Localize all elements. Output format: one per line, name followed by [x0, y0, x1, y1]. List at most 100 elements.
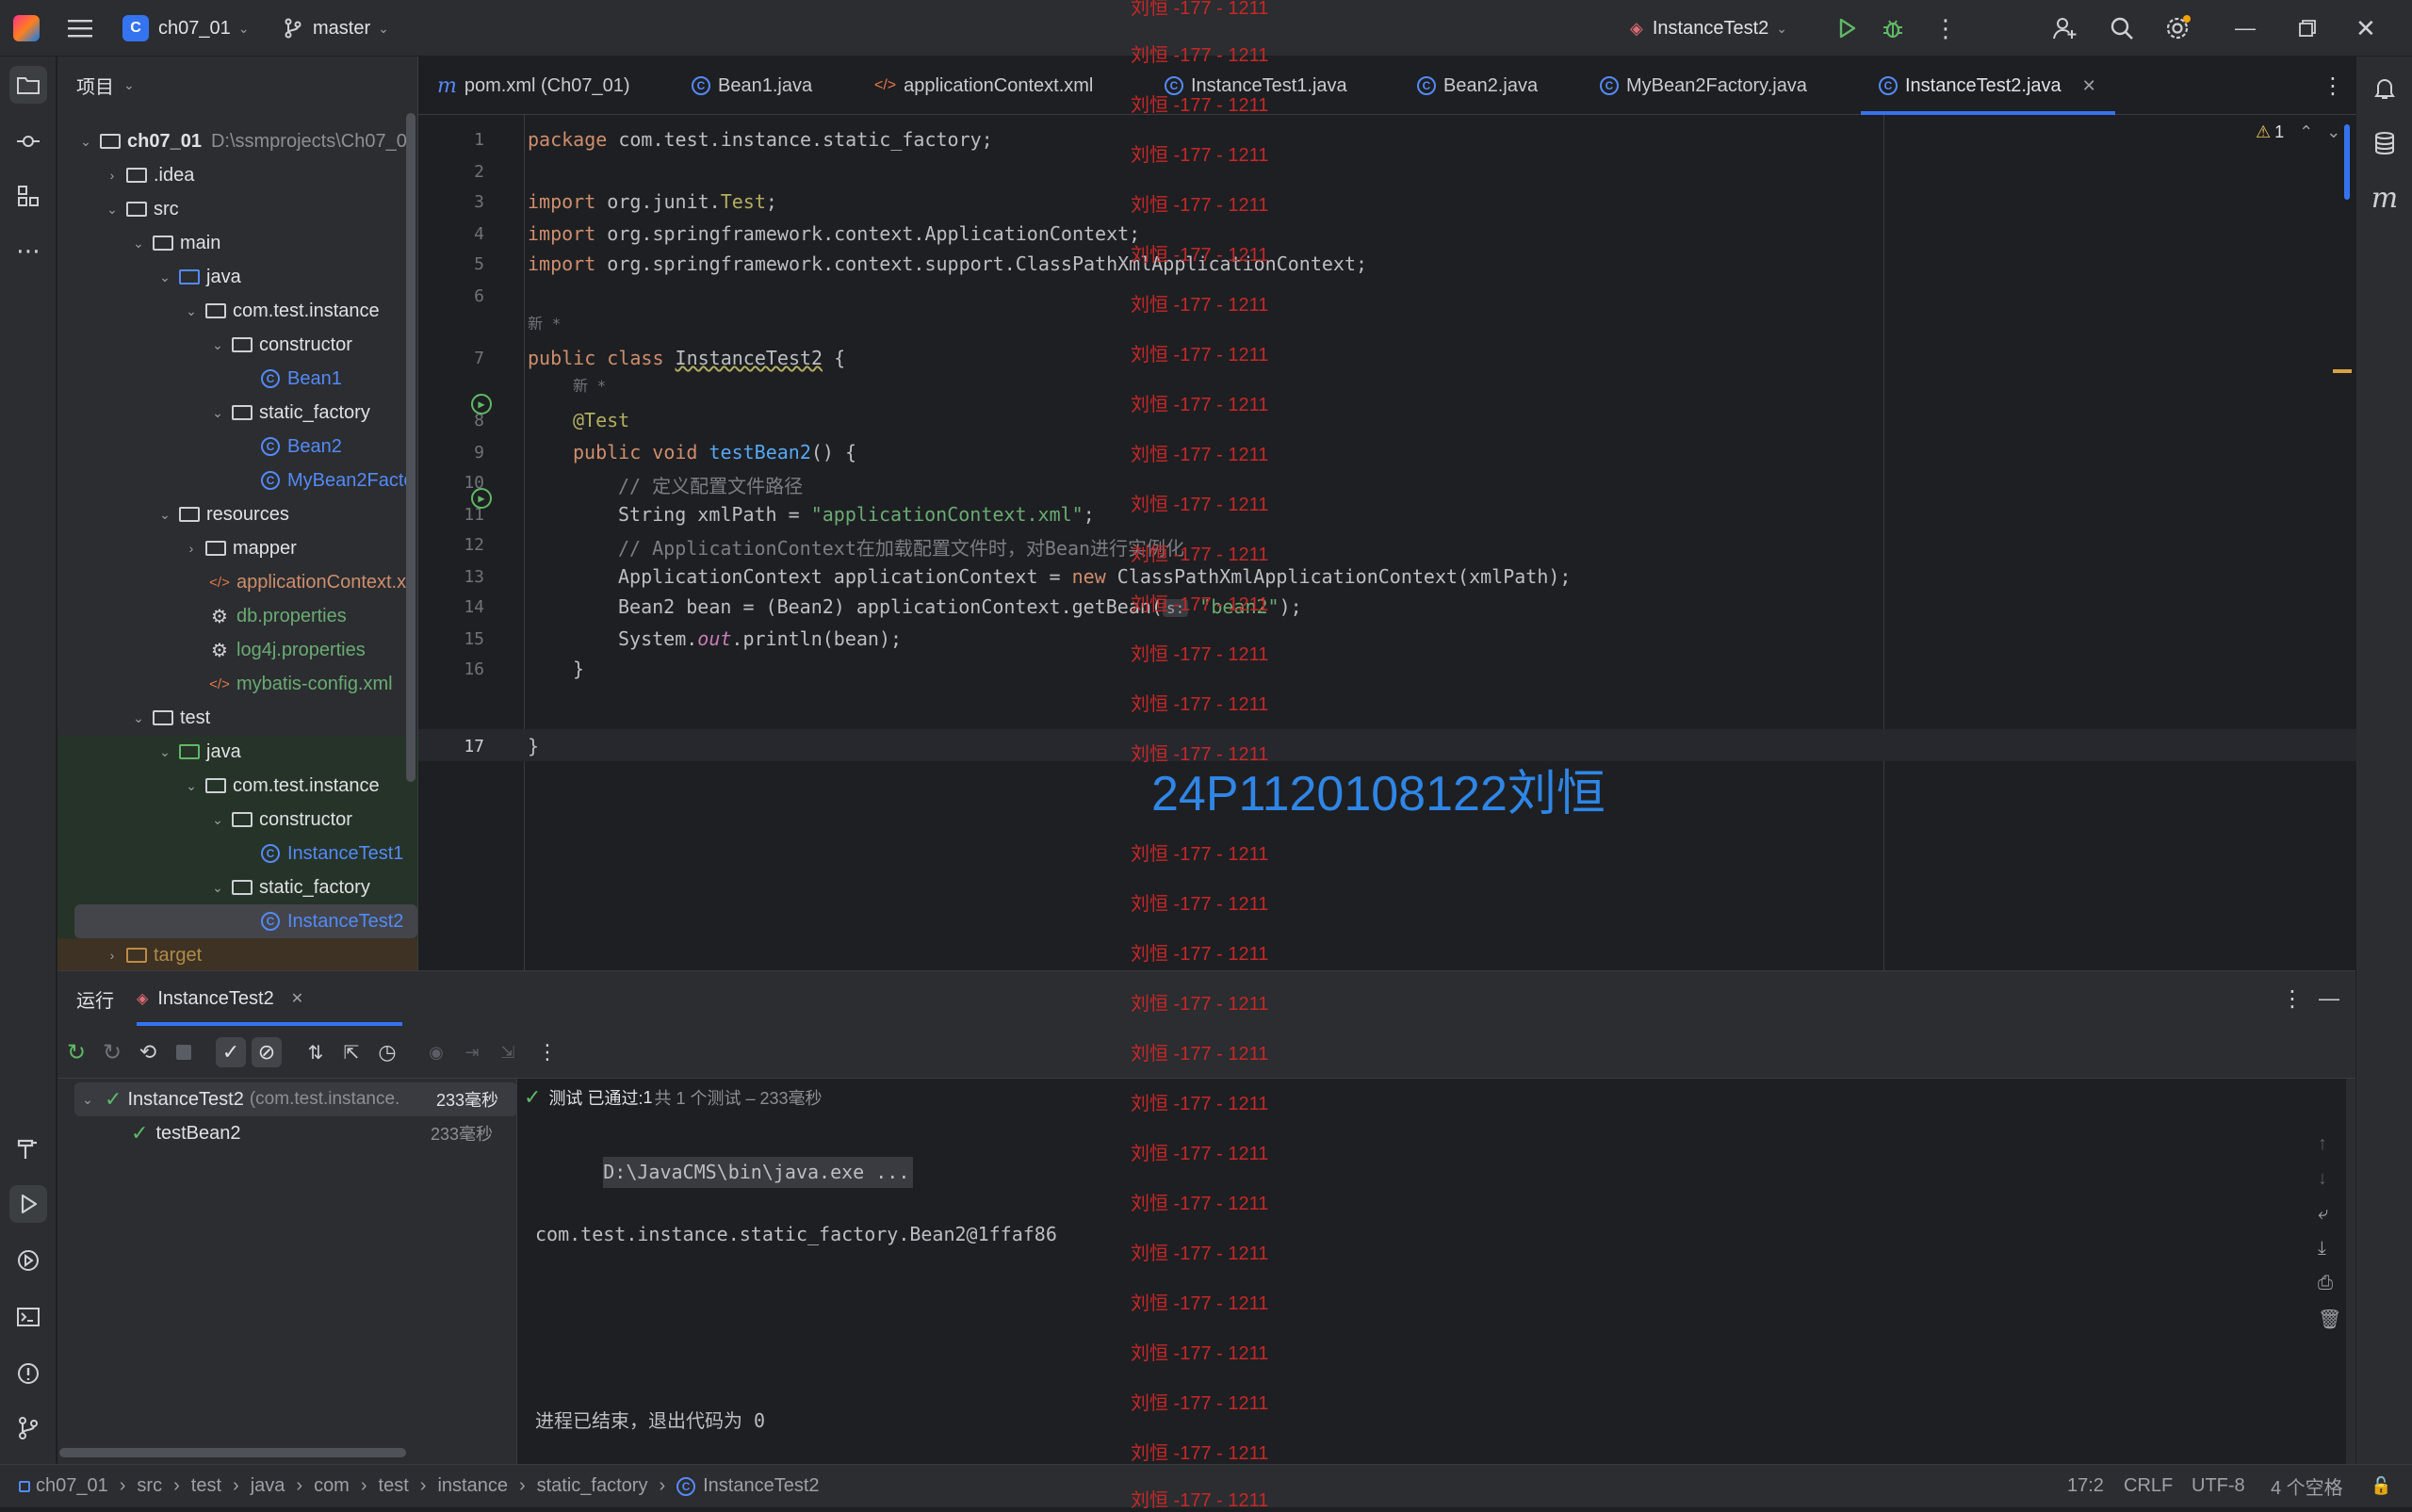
test-root-row[interactable]: ⌄ ✓ InstanceTest2 (com.test.instance. 23…	[57, 1082, 517, 1116]
codevision-hint[interactable]: 新 *	[528, 311, 561, 333]
tree-item-src[interactable]: ⌄ src	[57, 192, 417, 226]
tree-item-main[interactable]: ⌄ main	[57, 226, 417, 260]
main-menu-icon[interactable]	[68, 0, 92, 57]
tab-bean2[interactable]: C Bean2.java	[1417, 57, 1538, 115]
caret-position[interactable]: 17:2	[2067, 1475, 2104, 1497]
tree-item-test-package[interactable]: ⌄ com.test.instance	[57, 769, 417, 803]
project-switcher[interactable]: C ch07_01 ⌄	[122, 0, 249, 57]
codevision-hint[interactable]: 新 *	[573, 373, 606, 396]
tree-item-static-factory[interactable]: ⌄ static_factory	[57, 396, 417, 430]
tree-horizontal-scrollbar[interactable]	[59, 1448, 406, 1457]
tree-root[interactable]: ⌄ ch07_01 D:\ssmprojects\Ch07_0	[57, 124, 417, 158]
import-tests-icon[interactable]: ⇥	[457, 1037, 487, 1067]
code-editor[interactable]: package com.test.instance.static_factory…	[418, 115, 2356, 970]
tree-item-mapper[interactable]: › mapper	[57, 531, 417, 565]
rerun-icon[interactable]: ↻	[61, 1037, 91, 1067]
services-icon[interactable]	[9, 1242, 47, 1279]
tab-instancetest1[interactable]: C InstanceTest1.java	[1165, 57, 1347, 115]
tree-item-test-static-factory[interactable]: ⌄ static_factory	[57, 870, 417, 904]
more-icon[interactable]: ⋮	[532, 1037, 562, 1067]
breadcrumb-item[interactable]: instance	[437, 1475, 508, 1497]
tree-item-instancetest2[interactable]: C InstanceTest2	[74, 904, 417, 938]
tree-item-target[interactable]: › target	[57, 938, 417, 970]
trash-icon[interactable]: 🗑	[2318, 1308, 2341, 1331]
breadcrumb-item[interactable]: src	[137, 1475, 162, 1497]
breadcrumb-item[interactable]: test	[191, 1475, 221, 1497]
tree-item-mybean2factory[interactable]: C MyBean2Facto	[57, 463, 417, 497]
console-scrollbar[interactable]	[2346, 1079, 2355, 1465]
structure-icon[interactable]	[9, 177, 47, 215]
tab-bean1[interactable]: C Bean1.java	[692, 57, 812, 115]
tree-item-db-properties[interactable]: ⚙ db.properties	[57, 599, 417, 633]
minimize-icon[interactable]: —	[2235, 0, 2256, 57]
notifications-bell-icon[interactable]	[2366, 70, 2404, 107]
tree-item-bean1[interactable]: C Bean1	[57, 362, 417, 396]
restore-icon[interactable]	[2299, 0, 2316, 57]
project-panel-header[interactable]: 项目 ⌄	[57, 57, 417, 113]
close-tab-icon[interactable]: ✕	[291, 989, 303, 1008]
tree-item-test[interactable]: ⌄ test	[57, 701, 417, 735]
maven-icon[interactable]: m	[2366, 179, 2404, 217]
tree-item-bean2[interactable]: C Bean2	[57, 430, 417, 463]
close-icon[interactable]: ✕	[2355, 0, 2376, 57]
history-clock-icon[interactable]: ◷	[372, 1037, 402, 1067]
tab-pom-xml[interactable]: m pom.xml (Ch07_01)	[437, 57, 630, 115]
tree-item-instancetest1[interactable]: C InstanceTest1	[57, 837, 417, 870]
tab-instancetest2[interactable]: C InstanceTest2.java ✕	[1879, 57, 2096, 115]
close-tab-icon[interactable]: ✕	[2082, 76, 2096, 96]
debug-icon[interactable]	[1881, 0, 1905, 57]
export-icon[interactable]: ⇲	[493, 1037, 523, 1067]
tree-item-package[interactable]: ⌄ com.test.instance	[57, 294, 417, 328]
run-config-selector[interactable]: ◈ InstanceTest2 ⌄	[1630, 0, 1787, 57]
lock-icon[interactable]: 🔓	[2371, 1476, 2391, 1496]
breadcrumb-item[interactable]: InstanceTest2	[703, 1475, 819, 1497]
tab-applicationcontext[interactable]: </> applicationContext.xml	[874, 57, 1093, 115]
terminal-icon[interactable]	[9, 1298, 47, 1336]
show-passed-check-icon[interactable]: ✓	[216, 1037, 246, 1067]
hide-panel-icon[interactable]: —	[2319, 986, 2339, 1011]
app-logo-icon[interactable]	[13, 0, 40, 57]
print-icon[interactable]: ⎙	[2318, 1273, 2341, 1294]
tree-item-idea[interactable]: › .idea	[57, 158, 417, 192]
console-output[interactable]: ✓ 测试 已通过: 1 共 1 个测试 – 233毫秒 D:\JavaCMS\b…	[518, 1079, 2355, 1465]
sort-alpha-icon[interactable]: ⇅	[301, 1037, 331, 1067]
line-separator[interactable]: CRLF	[2124, 1475, 2173, 1497]
show-ignored-icon[interactable]: ⊘	[252, 1037, 282, 1067]
tab-mybean2factory[interactable]: C MyBean2Factory.java	[1600, 57, 1807, 115]
add-user-icon[interactable]	[2052, 0, 2078, 57]
project-tool-folder-icon[interactable]	[9, 66, 47, 104]
camera-icon[interactable]: ◉	[421, 1037, 451, 1067]
breadcrumb-item[interactable]: test	[379, 1475, 409, 1497]
search-icon[interactable]	[2109, 0, 2135, 57]
more-tools-icon[interactable]: ⋯	[9, 232, 47, 269]
scroll-to-end-icon[interactable]: ⤓	[2318, 1238, 2341, 1260]
tab-options-icon[interactable]: ⋮	[2322, 57, 2344, 115]
toggle-auto-test-icon[interactable]: ⟲	[133, 1037, 163, 1067]
breadcrumb-item[interactable]: ch07_01	[36, 1475, 108, 1497]
down-arrow-icon[interactable]: ↓	[2318, 1168, 2341, 1190]
file-encoding[interactable]: UTF-8	[2192, 1475, 2245, 1497]
run-tab-instancetest2[interactable]: ◈ InstanceTest2 ✕	[137, 971, 303, 1026]
run-tool-icon[interactable]	[9, 1185, 47, 1223]
settings-gear-icon[interactable]	[2163, 0, 2192, 57]
problems-icon[interactable]	[9, 1355, 47, 1392]
editor-scrollbar[interactable]	[2344, 124, 2350, 200]
tree-item-test-constructor[interactable]: ⌄ constructor	[57, 803, 417, 837]
indent-setting[interactable]: 4 个空格	[2271, 1472, 2343, 1500]
rerun-failed-icon[interactable]: ↻	[97, 1037, 127, 1067]
tree-item-resources[interactable]: ⌄ resources	[57, 497, 417, 531]
tree-item-applicationcontext[interactable]: </> applicationContext.x	[57, 565, 417, 599]
commit-icon[interactable]	[9, 122, 47, 160]
tree-item-log4j-properties[interactable]: ⚙ log4j.properties	[57, 633, 417, 667]
tree-item-mybatis-config[interactable]: </> mybatis-config.xml	[57, 667, 417, 701]
sort-duration-icon[interactable]: ⇱	[336, 1037, 367, 1067]
more-icon[interactable]: ⋮	[1933, 0, 1958, 57]
up-arrow-icon[interactable]: ↑	[2318, 1133, 2341, 1155]
breadcrumb-item[interactable]: static_factory	[537, 1475, 648, 1497]
test-method-row[interactable]: ✓ testBean2 233毫秒	[57, 1116, 517, 1150]
soft-wrap-icon[interactable]: ⤶	[2318, 1203, 2341, 1225]
run-icon[interactable]	[1835, 0, 1858, 57]
git-branch-icon[interactable]	[9, 1409, 47, 1447]
database-icon[interactable]	[2366, 124, 2404, 162]
breadcrumb-item[interactable]: com	[314, 1475, 350, 1497]
